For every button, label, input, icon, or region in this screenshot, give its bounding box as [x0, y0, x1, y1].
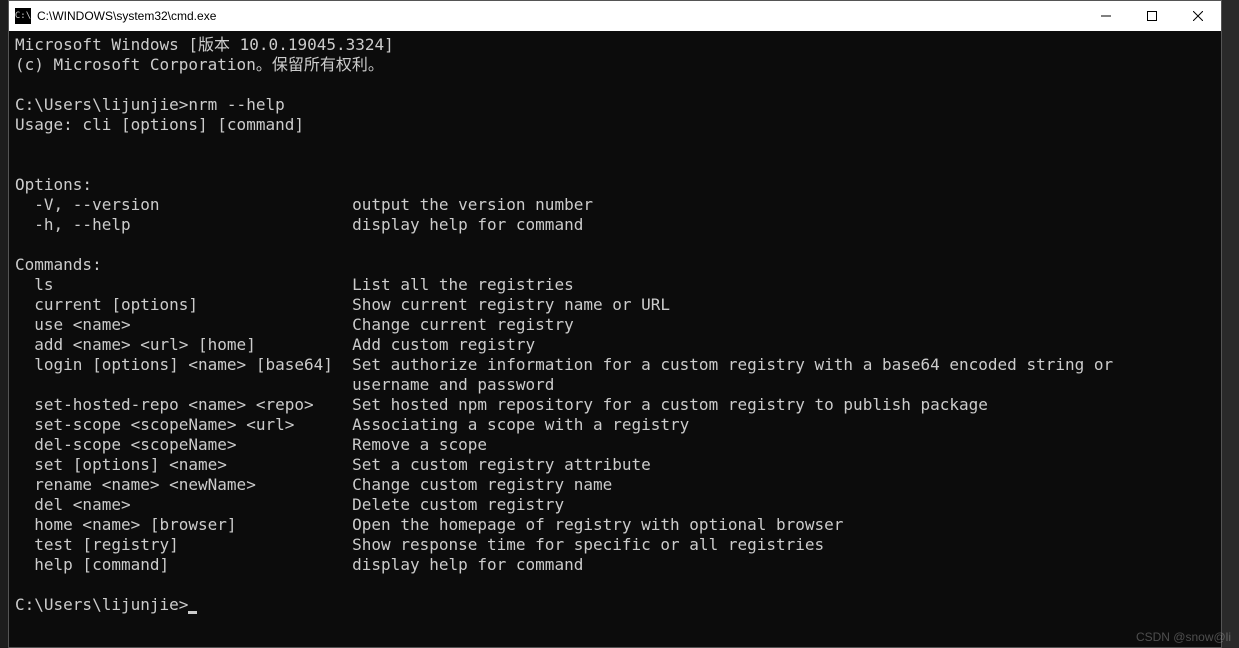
cursor — [188, 611, 197, 614]
watermark: CSDN @snow@li — [1136, 630, 1231, 644]
terminal-body[interactable]: Microsoft Windows [版本 10.0.19045.3324] (… — [9, 31, 1221, 647]
minimize-button[interactable] — [1083, 1, 1129, 31]
maximize-icon — [1147, 11, 1157, 21]
background-strip — [0, 0, 8, 648]
titlebar[interactable]: C:\ C:\WINDOWS\system32\cmd.exe — [9, 1, 1221, 31]
close-icon — [1193, 11, 1203, 21]
window-title: C:\WINDOWS\system32\cmd.exe — [37, 9, 216, 23]
maximize-button[interactable] — [1129, 1, 1175, 31]
cmd-icon: C:\ — [15, 8, 31, 24]
minimize-icon — [1101, 11, 1111, 21]
close-button[interactable] — [1175, 1, 1221, 31]
window-controls — [1083, 1, 1221, 31]
cmd-window: C:\ C:\WINDOWS\system32\cmd.exe Microsof… — [8, 0, 1222, 648]
